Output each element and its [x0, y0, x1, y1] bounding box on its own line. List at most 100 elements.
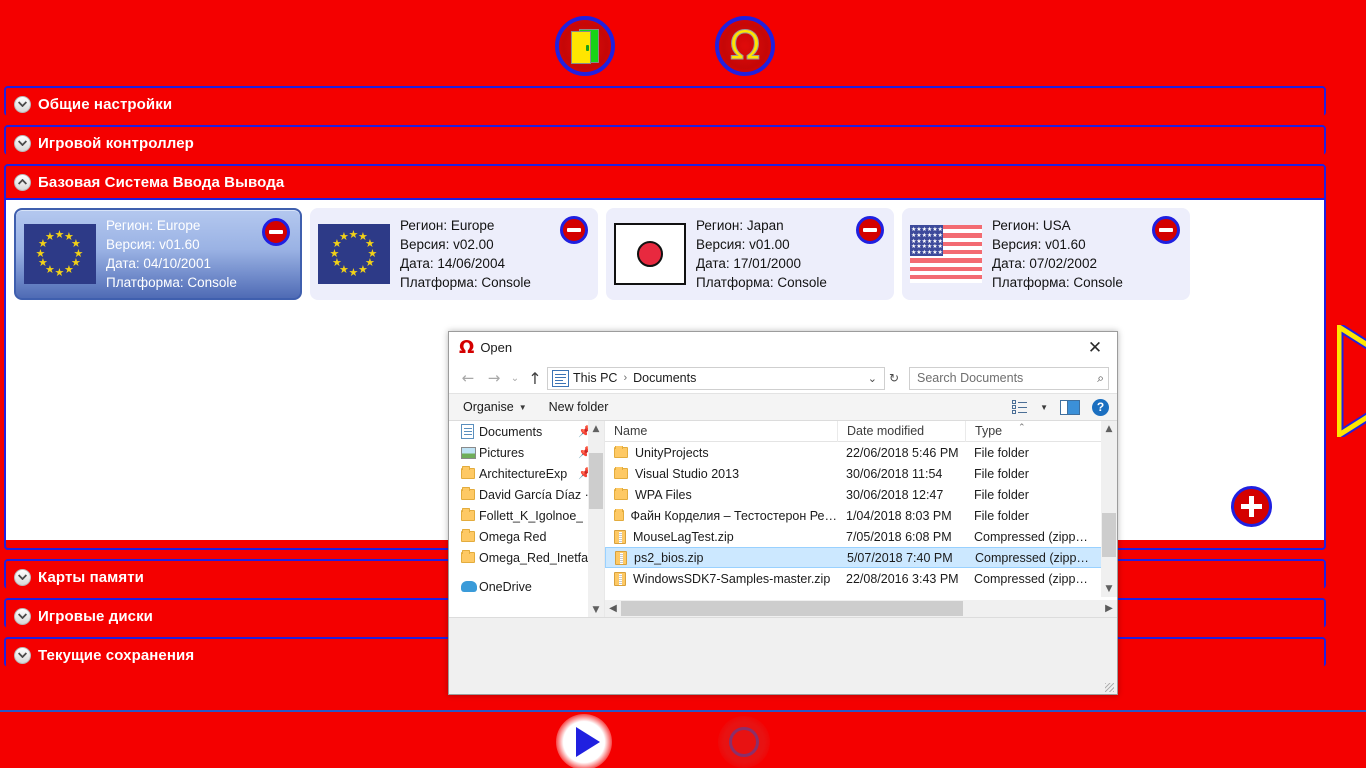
file-list-horizontal-scrollbar[interactable]: ◀ ▶ — [605, 600, 1117, 617]
exit-button[interactable] — [555, 16, 615, 76]
tree-item-label: Documents — [479, 424, 543, 439]
chevron-down-icon[interactable]: ▼ — [1040, 403, 1048, 412]
command-bar-right: ▼ ? — [1012, 398, 1109, 416]
table-row[interactable]: WindowsSDK7-Samples-master.zip 22/08/201… — [605, 568, 1117, 589]
table-row[interactable]: Visual Studio 2013 30/06/2018 11:54 File… — [605, 463, 1117, 484]
bios-platform: Платформа: Console — [400, 275, 531, 290]
table-row[interactable]: UnityProjects 22/06/2018 5:46 PM File fo… — [605, 442, 1117, 463]
file-name-cell: UnityProjects — [605, 445, 837, 460]
chevron-down-icon[interactable]: ▼ — [588, 602, 604, 617]
tree-item-architectureexp[interactable]: ArchitectureExp 📌 — [449, 463, 604, 484]
arrow-left-icon[interactable]: ← — [455, 366, 481, 390]
chevron-right-arrow-icon[interactable] — [1337, 325, 1366, 437]
bios-card[interactable]: Регион: Japan Версия: v01.00 Дата: 17/01… — [606, 208, 894, 300]
chevron-down-icon — [14, 134, 31, 152]
chevron-down-icon[interactable]: ⌄ — [863, 372, 882, 385]
tree-item-documents[interactable]: Documents 📌 — [449, 421, 604, 442]
table-row[interactable]: Файн Корделия – Тестостерон Ре… 1/04/201… — [605, 505, 1117, 526]
file-list-header: Name Date modified Type ⌃ — [605, 420, 1117, 442]
file-list-vertical-scrollbar[interactable]: ▲ ▼ — [1101, 421, 1117, 597]
bios-card[interactable]: ★ ★ ★ ★ ★ ★ ★ ★ ★ ★ ★ ★ Регион: Europe Версия: v02.… — [310, 208, 598, 300]
section-general-settings[interactable]: Общие настройки — [4, 86, 1326, 120]
dialog-body: Documents 📌 Pictures 📌 ArchitectureExp 📌… — [449, 420, 1117, 618]
tree-item-follett[interactable]: Follett_K_Igolnoe_ — [449, 505, 604, 526]
bios-card[interactable]: ★ ★ ★ ★ ★ ★ ★ ★ ★ ★ ★ ★ Регион: Europe Версия: v01.… — [14, 208, 302, 300]
tree-item-onedrive[interactable]: OneDrive — [449, 576, 604, 597]
minus-circle-icon[interactable] — [1152, 216, 1180, 244]
breadcrumb-documents[interactable]: Documents — [633, 371, 696, 385]
section-title: Карты памяти — [38, 568, 144, 586]
chevron-up-icon[interactable]: ▲ — [1101, 421, 1117, 437]
section-title: Игровой контроллер — [38, 134, 194, 152]
chevron-down-icon[interactable]: ⌄ — [507, 366, 523, 390]
minus-circle-icon[interactable] — [856, 216, 884, 244]
arrow-up-icon[interactable]: ↑ — [523, 366, 547, 390]
chevron-right-icon[interactable]: ▶ — [1101, 600, 1117, 617]
refresh-icon[interactable]: ↻ — [885, 371, 903, 385]
help-icon[interactable]: ? — [1092, 398, 1109, 416]
omega-button[interactable]: Ω — [715, 16, 775, 76]
section-game-controller[interactable]: Игровой контроллер — [4, 125, 1326, 159]
tree-item-omega-red[interactable]: Omega Red — [449, 526, 604, 547]
table-row[interactable]: ps2_bios.zip 5/07/2018 7:40 PM Compresse… — [605, 547, 1117, 568]
section-header[interactable]: Общие настройки — [6, 88, 1324, 120]
folder-icon — [614, 508, 624, 521]
chevron-down-icon — [14, 607, 31, 625]
column-header-type[interactable]: Type ⌃ — [965, 420, 1095, 442]
column-header-name[interactable]: Name — [605, 421, 837, 442]
scrollbar-thumb[interactable] — [621, 601, 963, 616]
file-name-cell: WPA Files — [605, 487, 837, 502]
flag-europe-icon: ★ ★ ★ ★ ★ ★ ★ ★ ★ ★ ★ ★ — [24, 218, 96, 290]
bios-card-info: Регион: USA Версия: v01.60 Дата: 07/02/2… — [992, 216, 1123, 292]
bottom-toolbar — [0, 710, 1366, 768]
section-header[interactable]: Базовая Система Ввода Вывода — [6, 166, 1324, 198]
table-row[interactable]: WPA Files 30/06/2018 12:47 File folder — [605, 484, 1117, 505]
tree-item-label: Follett_K_Igolnoe_ — [479, 508, 584, 523]
bios-version: Версия: v01.60 — [106, 237, 200, 252]
flag-europe-icon: ★ ★ ★ ★ ★ ★ ★ ★ ★ ★ ★ ★ — [318, 218, 390, 290]
play-triangle-icon[interactable] — [556, 714, 612, 768]
flag-usa-icon: ★ ★ ★ ★ ★ ★ ★ ★ ★ ★ ★ ★ ★ ★ ★ ★ ★ ★ ★ ★ ★ ★ ★ ★ ★ ★ ★ ★ ★ ★ — [910, 218, 982, 290]
section-header[interactable]: Игровой контроллер — [6, 127, 1324, 159]
bios-card[interactable]: ★ ★ ★ ★ ★ ★ ★ ★ ★ ★ ★ ★ ★ ★ ★ ★ ★ ★ ★ ★ ★ ★ ★ ★ ★ ★ ★ ★ ★ ★ Регион: U… — [902, 208, 1190, 300]
folder-icon — [461, 508, 479, 521]
preview-pane-icon[interactable] — [1060, 399, 1080, 415]
search-input[interactable]: Search Documents ⌕ — [909, 366, 1109, 390]
dialog-title: Open — [480, 340, 513, 355]
organise-button[interactable]: Organise ▼ — [463, 400, 527, 414]
record-circle-icon[interactable] — [718, 716, 770, 768]
file-type-cell: File folder — [974, 508, 1029, 523]
table-row[interactable]: MouseLagTest.zip 7/05/2018 6:08 PM Compr… — [605, 526, 1117, 547]
navigation-pane-scrollbar[interactable]: ▲ ▼ — [588, 421, 604, 617]
close-icon[interactable]: ✕ — [1073, 332, 1117, 363]
new-folder-button[interactable]: New folder — [549, 400, 609, 414]
scrollbar-thumb[interactable] — [1102, 513, 1116, 557]
view-list-icon[interactable] — [1012, 400, 1028, 414]
file-type-cell: File folder — [974, 487, 1029, 502]
bios-card-info: Регион: Europe Версия: v01.60 Дата: 04/1… — [106, 216, 237, 292]
tree-item-david-garcia-diaz[interactable]: David García Díaz · — [449, 484, 604, 505]
chevron-down-icon[interactable]: ▼ — [1101, 581, 1117, 597]
resize-grip[interactable] — [1105, 683, 1114, 692]
tree-item-pictures[interactable]: Pictures 📌 — [449, 442, 604, 463]
folder-icon — [461, 529, 479, 542]
file-list-pane: Name Date modified Type ⌃ UnityProjects … — [605, 420, 1117, 617]
breadcrumb-this-pc[interactable]: This PC — [573, 371, 617, 385]
scrollbar-thumb[interactable] — [589, 453, 603, 509]
column-header-date-modified[interactable]: Date modified — [837, 420, 965, 442]
chevron-down-icon — [14, 646, 31, 664]
tree-item-omega-red-inetfa[interactable]: Omega_Red_Inetfa — [449, 547, 604, 568]
chevron-up-icon[interactable]: ▲ — [588, 421, 604, 437]
minus-circle-icon[interactable] — [262, 218, 290, 246]
tree-item-label: David García Díaz · — [479, 487, 589, 502]
plus-circle-icon[interactable] — [1231, 486, 1272, 527]
section-title: Общие настройки — [38, 95, 173, 113]
address-bar[interactable]: This PC › Documents ⌄ — [547, 366, 885, 390]
tree-item-label: Pictures — [479, 445, 525, 460]
sort-indicator-icon: ⌃ — [1018, 421, 1026, 432]
arrow-right-icon[interactable]: → — [481, 366, 507, 390]
file-name-text: MouseLagTest.zip — [633, 529, 734, 544]
minus-circle-icon[interactable] — [560, 216, 588, 244]
tree-item-label: Omega_Red_Inetfa — [479, 550, 589, 565]
chevron-left-icon[interactable]: ◀ — [605, 600, 621, 617]
